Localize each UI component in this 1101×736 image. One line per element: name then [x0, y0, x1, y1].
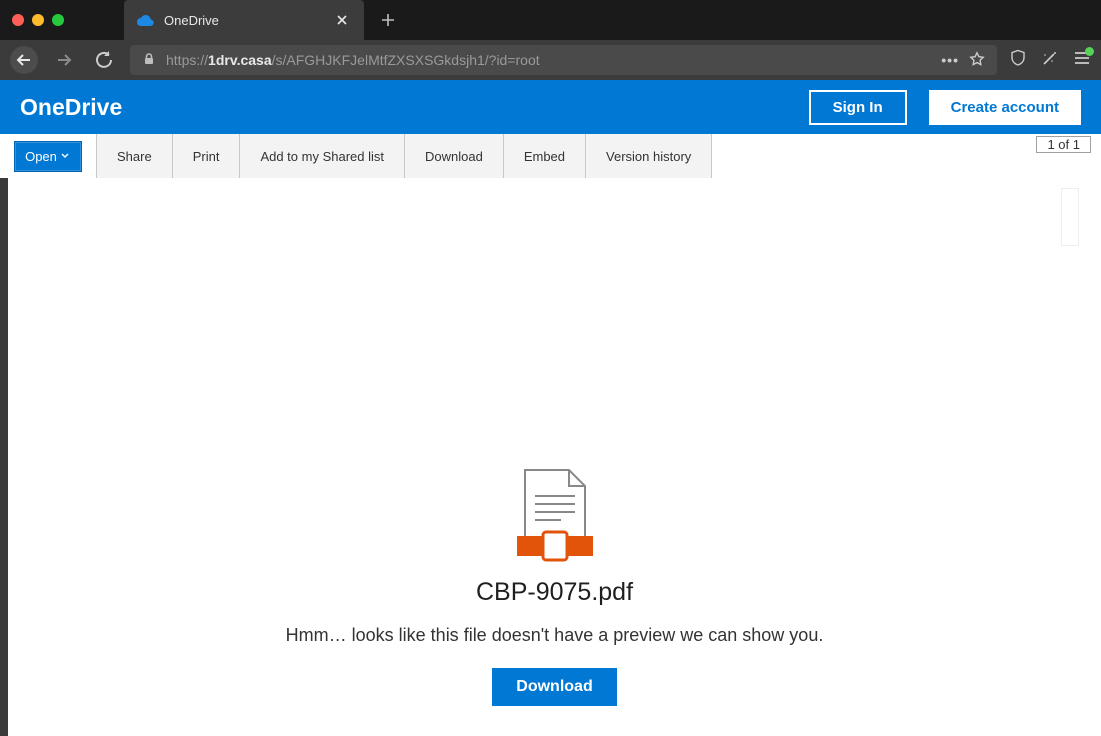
file-name: CBP-9075.pdf: [205, 578, 905, 607]
browser-toolbar: https://1drv.casa/s/AFGHJKFJelMtfZXSXSGk…: [0, 40, 1101, 80]
page-counter: 1 of 1: [1036, 136, 1091, 153]
close-window-button[interactable]: [12, 14, 24, 26]
reload-button[interactable]: [90, 46, 118, 74]
preview-area: CBP-9075.pdf Hmm… looks like this file d…: [0, 178, 1101, 736]
file-illustration-icon: [205, 466, 905, 566]
print-button[interactable]: Print: [173, 134, 241, 178]
new-tab-button[interactable]: [374, 6, 402, 34]
no-preview-message: Hmm… looks like this file doesn't have a…: [205, 625, 905, 646]
page-actions-icon[interactable]: •••: [941, 52, 959, 68]
browser-tab[interactable]: OneDrive: [124, 0, 364, 40]
download-toolbar-button[interactable]: Download: [405, 134, 504, 178]
tab-title: OneDrive: [164, 13, 219, 28]
address-bar[interactable]: https://1drv.casa/s/AFGHJKFJelMtfZXSXSGk…: [130, 45, 997, 75]
add-shared-button[interactable]: Add to my Shared list: [240, 134, 405, 178]
wand-icon[interactable]: [1041, 49, 1059, 72]
chevron-down-icon: [59, 149, 71, 164]
update-indicator-icon: [1085, 47, 1094, 56]
window-titlebar: OneDrive: [0, 0, 1101, 40]
minimize-window-button[interactable]: [32, 14, 44, 26]
forward-button[interactable]: [50, 46, 78, 74]
app-title: OneDrive: [20, 94, 122, 121]
url-text: https://1drv.casa/s/AFGHJKFJelMtfZXSXSGk…: [166, 52, 931, 68]
create-account-button[interactable]: Create account: [929, 90, 1081, 125]
download-button[interactable]: Download: [492, 668, 616, 706]
hamburger-menu-icon[interactable]: [1073, 49, 1091, 72]
shield-icon[interactable]: [1009, 49, 1027, 72]
file-toolbar: Open Share Print Add to my Shared list D…: [0, 134, 1101, 178]
lock-icon: [142, 52, 156, 69]
open-dropdown-button[interactable]: Open: [14, 141, 82, 172]
onedrive-cloud-icon: [136, 14, 154, 26]
version-history-button[interactable]: Version history: [586, 134, 712, 178]
onedrive-header: OneDrive Sign In Create account: [0, 80, 1101, 134]
maximize-window-button[interactable]: [52, 14, 64, 26]
tab-close-button[interactable]: [332, 10, 352, 30]
share-button[interactable]: Share: [96, 134, 173, 178]
embed-button[interactable]: Embed: [504, 134, 586, 178]
bookmark-star-icon[interactable]: [969, 51, 985, 70]
sign-in-button[interactable]: Sign In: [809, 90, 907, 125]
back-button[interactable]: [10, 46, 38, 74]
traffic-lights: [12, 14, 64, 26]
